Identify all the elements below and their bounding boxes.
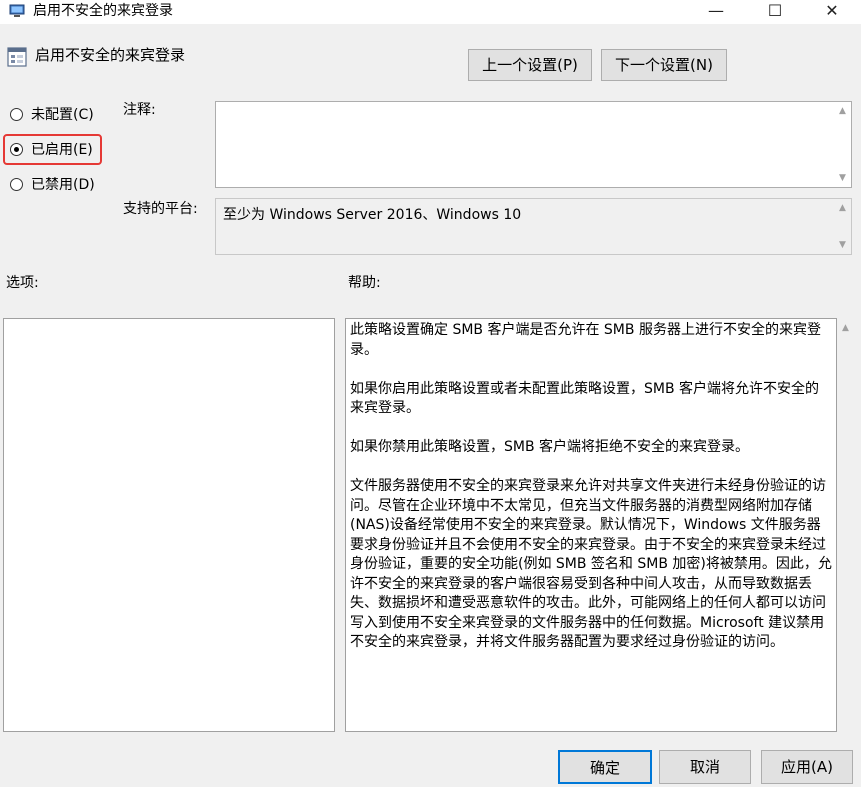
radio-selected-dot — [14, 147, 19, 152]
policy-setting-icon — [7, 47, 27, 67]
radio-label: 已启用(E) — [31, 142, 93, 158]
scroll-down-icon[interactable]: ▼ — [834, 172, 851, 184]
platform-scrollbar[interactable]: ▲ ▼ — [834, 199, 851, 254]
computer-icon — [9, 4, 25, 17]
help-paragraph: 如果你启用此策略设置或者未配置此策略设置，SMB 客户端将允许不安全的来宾登录。 — [350, 380, 820, 417]
title-bar[interactable]: 启用不安全的来宾登录 — ☐ ✕ — [0, 0, 861, 24]
help-scrollbar[interactable]: ▲ — [837, 318, 855, 732]
platform-value: 至少为 Windows Server 2016、Windows 10 — [223, 207, 522, 223]
radio-label: 已禁用(D) — [31, 177, 95, 193]
help-paragraph: 文件服务器使用不安全的来宾登录来允许对共享文件夹进行未经身份验证的访问。尽管在企… — [350, 478, 832, 650]
radio-circle[interactable] — [10, 178, 23, 191]
minimize-button[interactable]: — — [693, 0, 739, 24]
ok-button[interactable]: 确定 — [558, 750, 652, 784]
help-paragraph: 此策略设置确定 SMB 客户端是否允许在 SMB 服务器上进行不安全的来宾登录。 — [350, 322, 821, 358]
comment-input[interactable]: ▲ ▼ — [215, 101, 852, 188]
window-title: 启用不安全的来宾登录 — [33, 3, 173, 19]
help-label: 帮助: — [348, 275, 381, 291]
comment-scrollbar[interactable]: ▲ ▼ — [834, 102, 851, 187]
radio-circle[interactable] — [10, 143, 23, 156]
radio-label: 未配置(C) — [31, 107, 94, 123]
scroll-up-icon[interactable]: ▲ — [837, 322, 854, 334]
options-label: 选项: — [6, 275, 39, 291]
help-panel: 此策略设置确定 SMB 客户端是否允许在 SMB 服务器上进行不安全的来宾登录。… — [345, 318, 837, 732]
scroll-down-icon[interactable]: ▼ — [834, 239, 851, 251]
next-setting-button[interactable]: 下一个设置(N) — [601, 49, 727, 81]
options-panel — [3, 318, 335, 732]
previous-setting-button[interactable]: 上一个设置(P) — [468, 49, 592, 81]
radio-circle[interactable] — [10, 108, 23, 121]
comment-label: 注释: — [123, 102, 156, 118]
help-text: 此策略设置确定 SMB 客户端是否允许在 SMB 服务器上进行不安全的来宾登录。… — [350, 321, 832, 672]
maximize-button[interactable]: ☐ — [752, 0, 798, 24]
cancel-button[interactable]: 取消 — [659, 750, 751, 784]
platform-label: 支持的平台: — [123, 201, 198, 217]
scroll-up-icon[interactable]: ▲ — [834, 105, 851, 117]
platform-field: 至少为 Windows Server 2016、Windows 10 ▲ ▼ — [215, 198, 852, 255]
scroll-up-icon[interactable]: ▲ — [834, 202, 851, 214]
apply-button[interactable]: 应用(A) — [761, 750, 853, 784]
help-paragraph: 如果你禁用此策略设置，SMB 客户端将拒绝不安全的来宾登录。 — [350, 439, 750, 455]
policy-title: 启用不安全的来宾登录 — [35, 46, 186, 64]
close-button[interactable]: ✕ — [809, 0, 855, 24]
